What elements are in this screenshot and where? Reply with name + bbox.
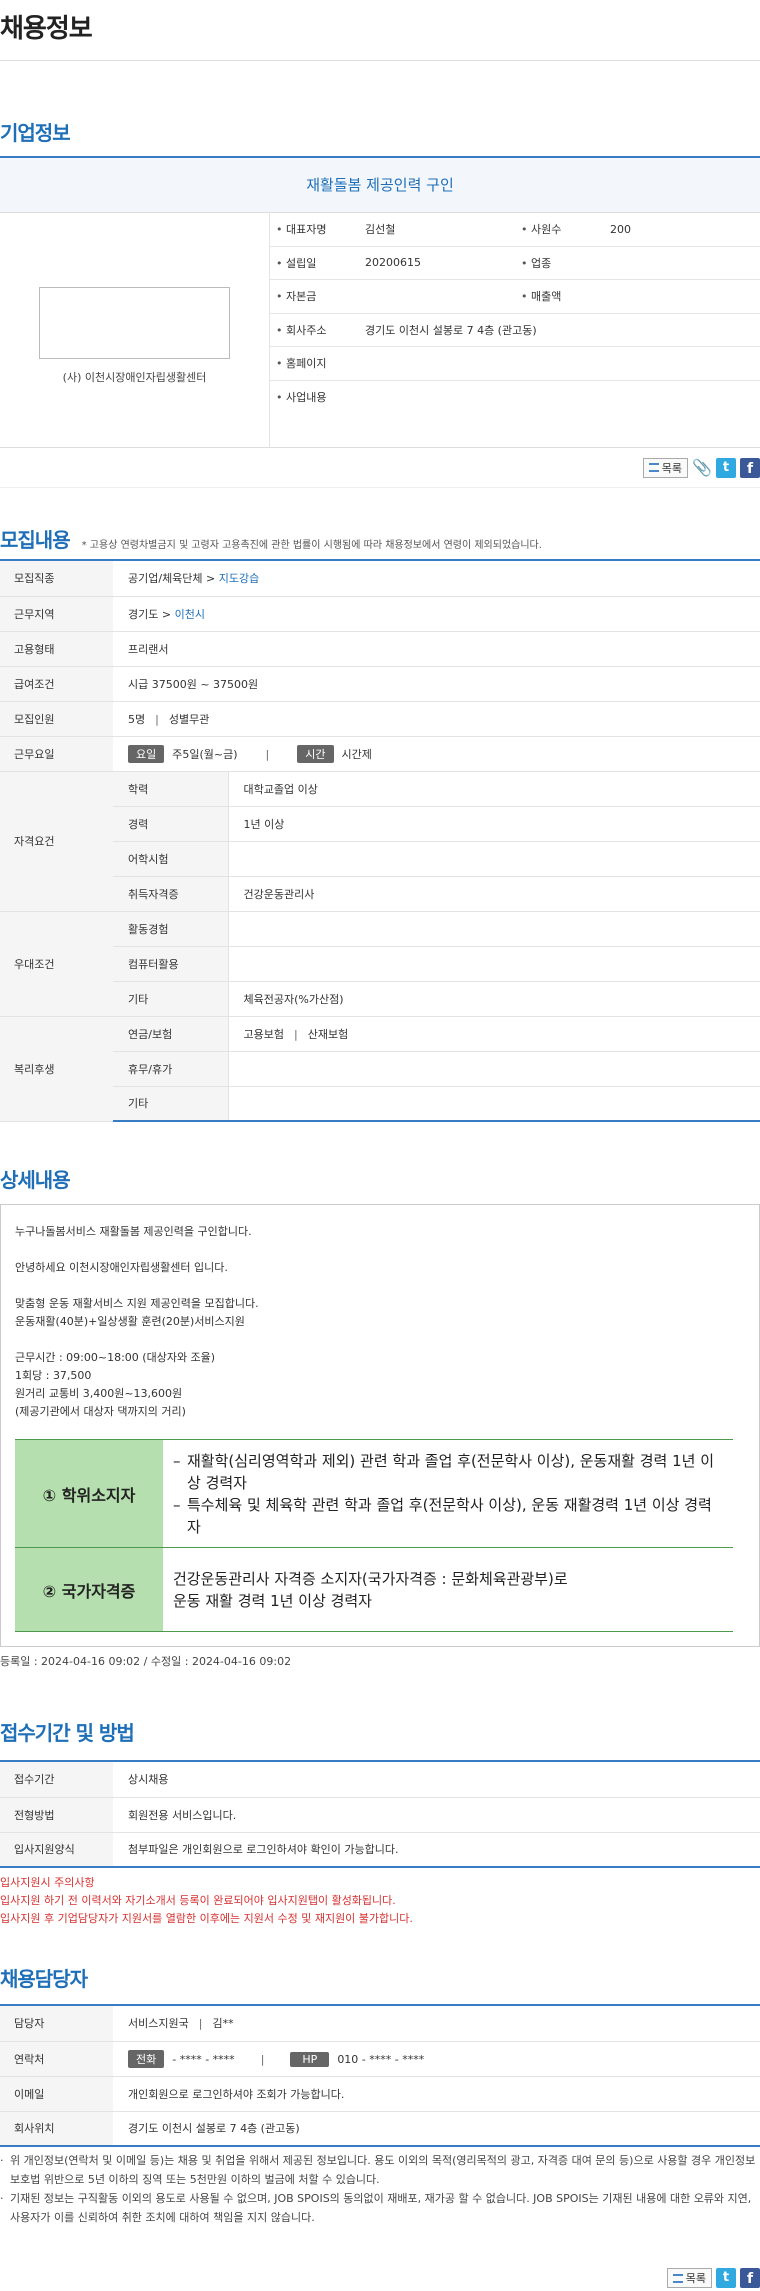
company-section-title: 기업정보 (0, 121, 71, 145)
days-chip: 요일 (128, 744, 165, 763)
chevron-right-icon: > (206, 572, 216, 586)
privacy-notes: · 위 개인정보(연락처 및 이메일 등)는 채용 및 취업을 위해서 제공된 정… (0, 2154, 756, 2224)
detail-section-title: 상세내용 (0, 1168, 71, 1192)
chevron-right-icon: > (161, 607, 172, 621)
established-label: 설립일 (270, 255, 365, 271)
address-value: 경기도 이천시 설봉로 7 4층 (관고동) (365, 323, 537, 337)
table-row: 모집인원 5명 | 성별무관 (0, 701, 760, 737)
list-button[interactable]: 목록 (642, 457, 688, 478)
share-toolbar: 목록 📎 t f (0, 448, 760, 488)
table-row: 담당자 서비스지원국 | 김** (0, 2006, 760, 2042)
capital-label: 자본금 (270, 288, 365, 304)
page-title: 채용정보 (0, 0, 760, 61)
apply-warning: 입사지원시 주의사항 입사지원 하기 전 이력서와 자기소개서 등록이 완료되어… (0, 1876, 413, 1925)
table-row: 우대조건 활동경험 (0, 911, 760, 1017)
company-logo (39, 287, 230, 359)
table-row: 복리후생 연금/보험 고용보험 | 산재보험 (0, 1016, 760, 1122)
table-row: 입사지원양식 첨부파일은 개인회원으로 로그인하셔야 확인이 가능합니다. (0, 1832, 760, 1868)
table-row: 취득자격증 건강운동관리사 (0, 876, 760, 912)
tel-chip: 전화 (128, 2049, 165, 2068)
table-row: 경력 1년 이상 (0, 806, 760, 842)
time-chip: 시간 (297, 744, 334, 763)
employee-value: 200 (610, 222, 631, 236)
industry-label: 업종 (515, 255, 610, 271)
homepage-label: 홈페이지 (270, 355, 365, 371)
table-row: 자격요건 학력 대학교졸업 이상 (0, 771, 760, 912)
recruit-table: 모집직종 공기업/체육단체 > 지도강습 근무지역 경기도 > 이천시 고용형태 프리… (0, 561, 760, 1122)
job-title: 재활돌봄 제공인력 구인 (0, 158, 760, 213)
recruit-header: 모집내용 * 고용상 연령차별금지 및 고령자 고용촉진에 관한 법률이 시행됨… (0, 523, 760, 559)
bottom-share-toolbar: 목록 t f (0, 2265, 760, 2291)
list-button[interactable]: 목록 (666, 2268, 712, 2288)
table-row: 급여조건 시급 37500원 ~ 37500원 (0, 666, 760, 702)
employee-label: 사원수 (515, 221, 610, 237)
table-row: 고용형태 프리랜서 (0, 631, 760, 667)
hp-chip: HP (290, 2051, 330, 2067)
company-card: 재활돌봄 제공인력 구인 (사) 이천시장애인자립생활센터 대표자명김선철 사원… (0, 156, 760, 448)
table-row: 근무요일 요일 주5일(월~금) | 시간 시간제 (0, 736, 760, 772)
contact-section-title: 채용담당자 (0, 1967, 88, 1991)
twitter-icon[interactable]: t (716, 2268, 736, 2288)
company-logo-area: (사) 이천시장애인자립생활센터 (0, 213, 270, 447)
national-cert-head: ② 국가자격증 (15, 1547, 163, 1632)
receipt-table: 접수기간 상시채용 전형방법 회원전용 서비스입니다. 입사지원양식 첨부파일은 개인… (0, 1762, 760, 1868)
table-row: 어학시험 (0, 841, 760, 877)
table-row: 모집직종 공기업/체육단체 > 지도강습 (0, 561, 760, 597)
recruit-section-title: 모집내용 (0, 528, 71, 552)
field-link[interactable]: 지도강습 (219, 572, 259, 585)
rep-label: 대표자명 (270, 221, 365, 237)
facebook-icon[interactable]: f (740, 2268, 760, 2288)
table-row: 기타 체육전공자(%가산점) (0, 981, 760, 1017)
list-icon (672, 2273, 683, 2283)
table-row: 접수기간 상시채용 (0, 1762, 760, 1798)
company-info: 대표자명김선철 사원수200 설립일20200615 업종 자본금 매출액 회사… (270, 213, 760, 447)
list-icon (648, 463, 659, 472)
table-row: 휴무/휴가 (0, 1051, 760, 1087)
receipt-section-title: 접수기간 및 방법 (0, 1721, 135, 1745)
table-row: 전형방법 회원전용 서비스입니다. (0, 1797, 760, 1833)
business-label: 사업내용 (270, 389, 365, 405)
table-row: 근무지역 경기도 > 이천시 (0, 596, 760, 632)
sales-label: 매출액 (515, 288, 610, 304)
table-row: 회사위치 경기도 이천시 설봉로 7 4층 (관고동) (0, 2111, 760, 2147)
company-name: (사) 이천시장애인자립생활센터 (62, 371, 207, 384)
clip-icon[interactable]: 📎 (692, 458, 712, 478)
established-value: 20200615 (365, 256, 421, 270)
contact-table: 담당자 서비스지원국 | 김** 연락처 전화 - **** - **** | HP 010 -… (0, 2006, 760, 2147)
qualification-table: ① 학위소지자 – 재활학(심리영역학과 제외) 관련 학과 졸업 후(전문학사 … (15, 1439, 733, 1632)
table-row: 기타 (0, 1086, 760, 1122)
rep-value: 김선철 (365, 223, 396, 237)
facebook-icon[interactable]: f (740, 457, 760, 478)
reg-date: 등록일 : 2024-04-16 09:02 / 수정일 : 2024-04-1… (0, 1655, 292, 1668)
job-detail-page: 채용정보 기업정보 재활돌봄 제공인력 구인 (사) 이천시장애인자립생활센터 … (0, 0, 760, 2291)
table-row: 이메일 개인회원으로 로그인하셔야 조회가 가능합니다. (0, 2076, 760, 2112)
address-label: 회사주소 (270, 322, 365, 338)
table-row: 연락처 전화 - **** - **** | HP 010 - **** - **** (0, 2041, 760, 2077)
degree-holder-head: ① 학위소지자 (15, 1439, 163, 1548)
detail-box: 누구나돌봄서비스 재활돌봄 제공인력을 구인합니다. 안녕하세요 이천시장애인자… (0, 1204, 760, 1647)
age-note: * 고용상 연령차별금지 및 고령자 고용촉진에 관한 법률이 시행됨에 따라 … (81, 540, 542, 551)
region-link[interactable]: 이천시 (175, 608, 205, 621)
twitter-icon[interactable]: t (716, 457, 736, 478)
table-row: 컴퓨터활용 (0, 946, 760, 982)
